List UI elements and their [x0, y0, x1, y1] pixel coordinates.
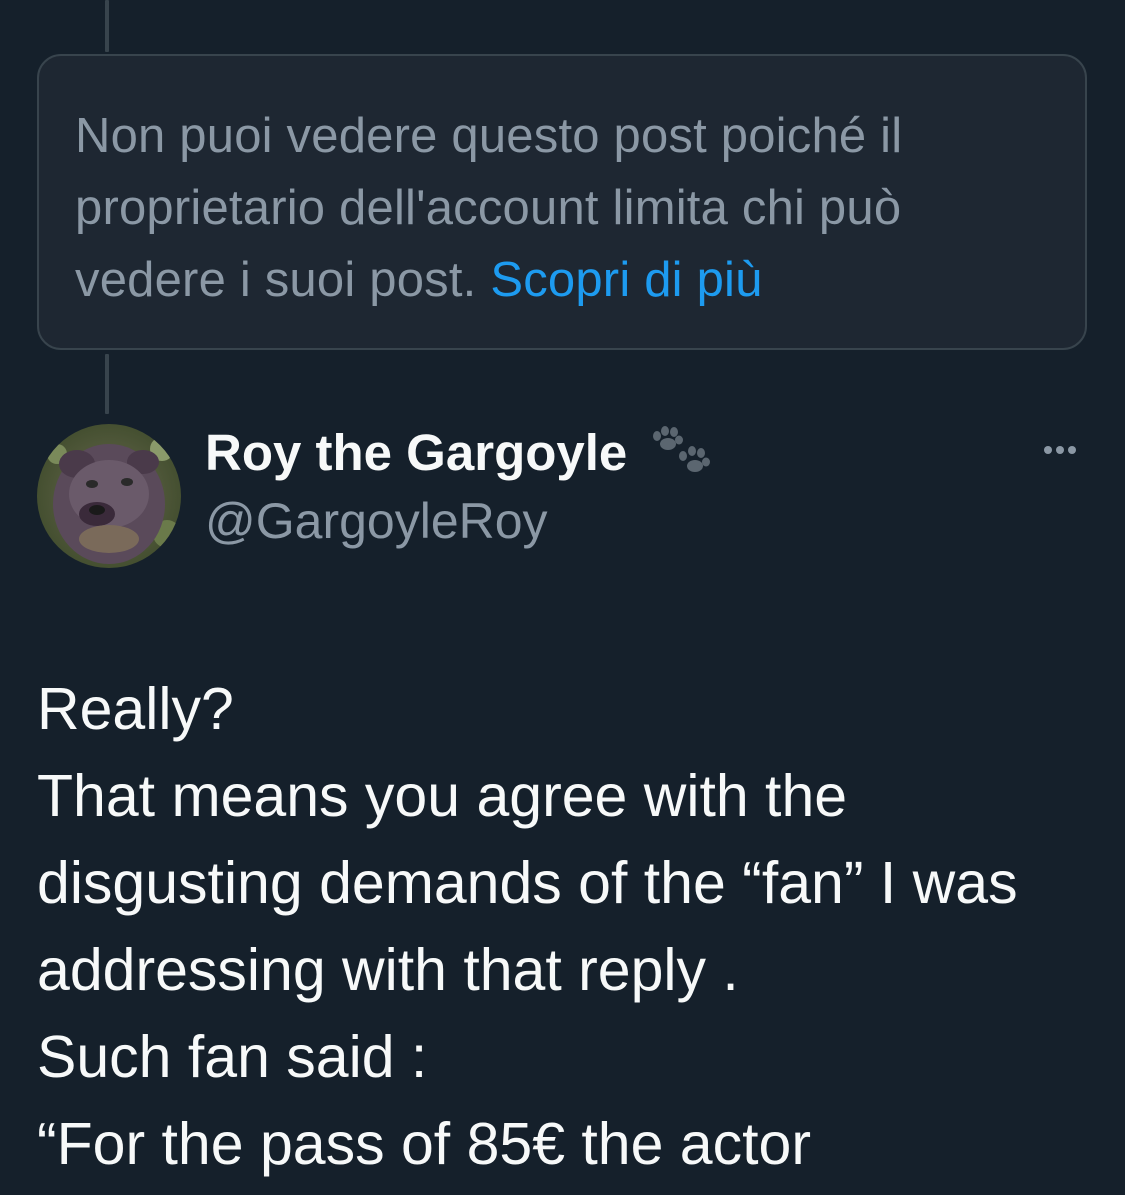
more-options-icon[interactable]	[1030, 430, 1090, 470]
restricted-post-notice: Non puoi vedere questo post poiché il pr…	[37, 54, 1087, 350]
thread-connector-line	[105, 354, 109, 414]
dog-avatar-icon	[37, 424, 181, 568]
author-name-row: Roy the Gargoyle	[205, 420, 713, 484]
author-handle[interactable]: @GargoyleRoy	[205, 492, 548, 550]
post-text: Really? That means you agree with the di…	[37, 676, 1018, 1177]
learn-more-link[interactable]: Scopri di più	[490, 253, 762, 307]
restricted-message: Non puoi vedere questo post poiché il pr…	[75, 109, 903, 307]
author-name[interactable]: Roy the Gargoyle	[205, 423, 627, 482]
thread-connector-line	[105, 0, 109, 52]
paw-prints-icon	[649, 426, 713, 478]
avatar[interactable]	[37, 424, 181, 568]
